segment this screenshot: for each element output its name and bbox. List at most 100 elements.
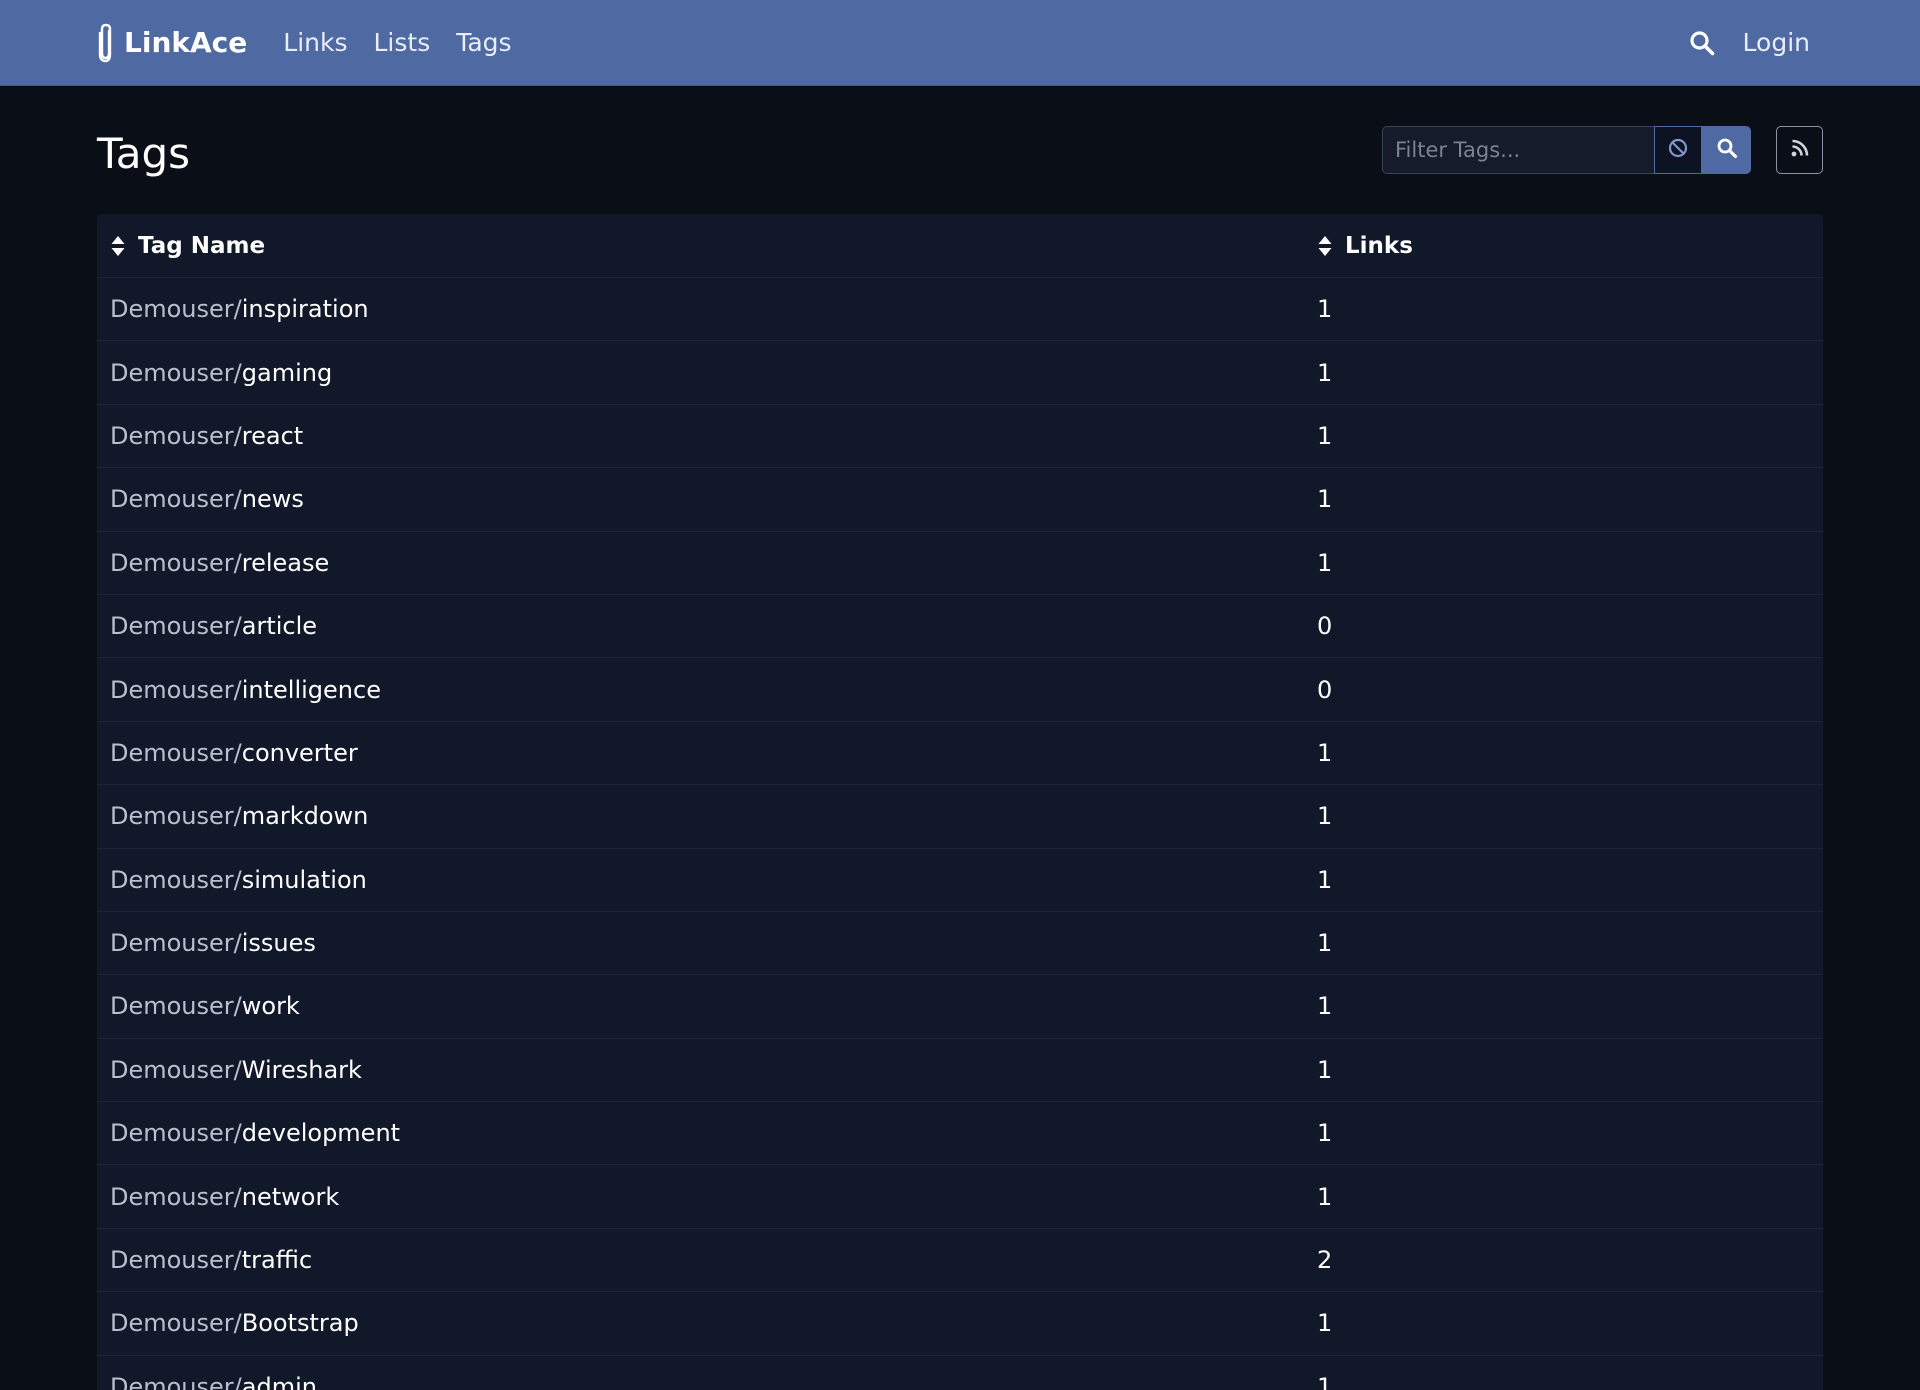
tag-link[interactable]: Demouser/news <box>97 485 1304 513</box>
table-row: Demouser/release 1 <box>97 532 1823 595</box>
tag-prefix: Demouser/ <box>110 548 242 577</box>
table-row: Demouser/simulation 1 <box>97 849 1823 912</box>
reset-filter-button[interactable] <box>1654 126 1702 174</box>
table-row: Demouser/issues 1 <box>97 912 1823 976</box>
table-header: Tag Name Links <box>97 214 1823 278</box>
tag-link-count: 0 <box>1317 675 1333 704</box>
tag-name: development <box>241 1119 401 1148</box>
tag-name: simulation <box>241 865 367 894</box>
tag-link-count: 1 <box>1317 1182 1333 1211</box>
tag-name: issues <box>241 929 316 958</box>
column-header-links: Links <box>1345 232 1413 259</box>
tag-prefix: Demouser/ <box>110 421 242 450</box>
table-row: Demouser/network 1 <box>97 1165 1823 1229</box>
filter-input[interactable] <box>1382 126 1654 174</box>
tag-link-count: 0 <box>1317 612 1333 641</box>
tag-link[interactable]: Demouser/Bootstrap <box>97 1309 1304 1337</box>
tag-link-count: 1 <box>1317 992 1333 1021</box>
search-icon[interactable] <box>1689 30 1715 56</box>
filter-group <box>1382 126 1751 174</box>
tag-link[interactable]: Demouser/traffic <box>97 1246 1304 1274</box>
tag-link-count: 1 <box>1317 548 1333 577</box>
tag-prefix: Demouser/ <box>110 992 242 1021</box>
tag-prefix: Demouser/ <box>110 485 242 514</box>
brand-link[interactable]: LinkAce <box>96 23 247 63</box>
nav-links: Links Lists Tags <box>283 28 511 57</box>
tag-link[interactable]: Demouser/article <box>97 612 1304 640</box>
tag-link-count: 1 <box>1317 1055 1333 1084</box>
table-row: Demouser/traffic 2 <box>97 1229 1823 1293</box>
tag-link-count: 1 <box>1317 929 1333 958</box>
tag-prefix: Demouser/ <box>110 1372 242 1390</box>
tag-name: markdown <box>241 802 369 831</box>
tag-prefix: Demouser/ <box>110 1055 242 1084</box>
tag-name: article <box>241 612 318 641</box>
nav-right: Login <box>1689 28 1810 57</box>
tag-link-count: 1 <box>1317 1372 1333 1390</box>
tag-link-count: 1 <box>1317 802 1333 831</box>
tag-prefix: Demouser/ <box>110 1182 242 1211</box>
tag-prefix: Demouser/ <box>110 358 242 387</box>
tag-link[interactable]: Demouser/markdown <box>97 802 1304 830</box>
tag-prefix: Demouser/ <box>110 738 242 767</box>
sort-by-tag-name[interactable]: Tag Name <box>97 233 1304 259</box>
tag-prefix: Demouser/ <box>110 802 242 831</box>
tag-link[interactable]: Demouser/gaming <box>97 359 1304 387</box>
tag-name: converter <box>241 738 358 767</box>
tag-name: intelligence <box>241 675 381 704</box>
tag-link[interactable]: Demouser/issues <box>97 929 1304 957</box>
tag-link-count: 1 <box>1317 485 1333 514</box>
table-row: Demouser/converter 1 <box>97 722 1823 786</box>
tag-name: react <box>241 421 304 450</box>
tag-link-count: 1 <box>1317 295 1333 324</box>
tags-table: Tag Name Links Demouser/inspiration 1 De… <box>97 214 1823 1390</box>
tag-link[interactable]: Demouser/development <box>97 1119 1304 1147</box>
page-title: Tags <box>97 128 190 178</box>
table-row: Demouser/admin 1 <box>97 1356 1823 1390</box>
tag-name: traffic <box>241 1246 313 1275</box>
table-row: Demouser/article 0 <box>97 595 1823 659</box>
ban-icon <box>1667 137 1689 163</box>
table-row: Demouser/Bootstrap 1 <box>97 1292 1823 1356</box>
tag-name: admin <box>241 1372 317 1390</box>
brand-name: LinkAce <box>124 26 248 59</box>
login-link[interactable]: Login <box>1743 28 1810 57</box>
tag-prefix: Demouser/ <box>110 1246 242 1275</box>
table-row: Demouser/intelligence 0 <box>97 658 1823 722</box>
table-row: Demouser/Wireshark 1 <box>97 1039 1823 1103</box>
tag-prefix: Demouser/ <box>110 865 242 894</box>
tag-link[interactable]: Demouser/simulation <box>97 866 1304 894</box>
search-icon <box>1716 137 1738 163</box>
tag-link[interactable]: Demouser/converter <box>97 739 1304 767</box>
rss-feed-button[interactable] <box>1776 126 1823 174</box>
nav-link-lists[interactable]: Lists <box>374 28 431 57</box>
table-row: Demouser/gaming 1 <box>97 341 1823 405</box>
tag-link[interactable]: Demouser/network <box>97 1183 1304 1211</box>
tag-link[interactable]: Demouser/release <box>97 549 1304 577</box>
tag-prefix: Demouser/ <box>110 1309 242 1338</box>
nav-link-links[interactable]: Links <box>283 28 347 57</box>
tag-name: gaming <box>241 358 333 387</box>
tag-link[interactable]: Demouser/Wireshark <box>97 1056 1304 1084</box>
tag-name: news <box>241 485 304 514</box>
nav-link-tags[interactable]: Tags <box>456 28 511 57</box>
column-header-tag-name: Tag Name <box>138 232 266 259</box>
tag-link[interactable]: Demouser/inspiration <box>97 295 1304 323</box>
tag-link[interactable]: Demouser/admin <box>97 1373 1304 1390</box>
paperclip-icon <box>96 23 116 63</box>
table-row: Demouser/inspiration 1 <box>97 278 1823 342</box>
tag-link[interactable]: Demouser/react <box>97 422 1304 450</box>
search-button[interactable] <box>1702 126 1751 174</box>
tag-link[interactable]: Demouser/intelligence <box>97 676 1304 704</box>
tag-prefix: Demouser/ <box>110 929 242 958</box>
main-content: Tags Filter Tags... Tag Name Links Demou… <box>0 86 1920 1390</box>
tag-link-count: 1 <box>1317 1309 1333 1338</box>
tag-prefix: Demouser/ <box>110 612 242 641</box>
sort-by-links[interactable]: Links <box>1304 233 1413 259</box>
sort-icon <box>1317 235 1333 257</box>
tag-name: Wireshark <box>241 1055 362 1084</box>
tag-link[interactable]: Demouser/work <box>97 992 1304 1020</box>
page-header: Tags <box>97 86 1823 214</box>
table-row: Demouser/react 1 <box>97 405 1823 469</box>
table-row: Demouser/development 1 <box>97 1102 1823 1166</box>
